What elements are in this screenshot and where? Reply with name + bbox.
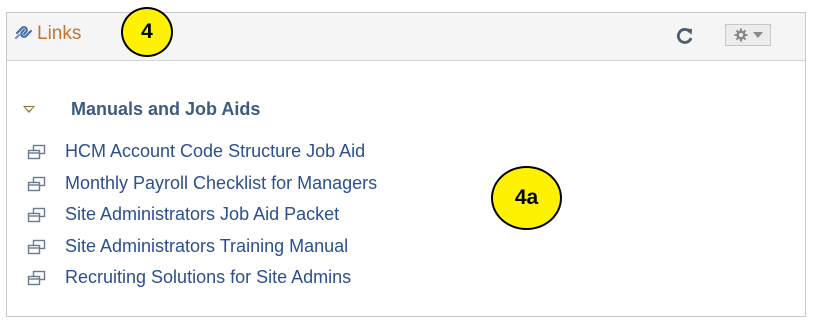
link-site-admin-training-manual[interactable]: Site Administrators Training Manual bbox=[65, 235, 348, 257]
group-title: Manuals and Job Aids bbox=[71, 99, 261, 119]
gear-icon bbox=[734, 28, 748, 42]
link-hcm-account-code[interactable]: HCM Account Code Structure Job Aid bbox=[65, 140, 365, 162]
pagelet-title: Links bbox=[37, 23, 82, 44]
collapse-triangle-icon[interactable] bbox=[23, 106, 35, 113]
link-monthly-payroll-checklist[interactable]: Monthly Payroll Checklist for Managers bbox=[65, 172, 377, 194]
new-window-icon bbox=[27, 144, 46, 160]
new-window-icon bbox=[27, 239, 46, 254]
annotation-callout-4a: 4a bbox=[491, 166, 562, 230]
link-site-admin-job-aid-packet[interactable]: Site Administrators Job Aid Packet bbox=[65, 203, 339, 225]
new-window-icon bbox=[27, 207, 46, 223]
links-pagelet: Links Manuals and Job Aids HCM Account C… bbox=[6, 12, 806, 317]
annotation-callout-4: 4 bbox=[121, 7, 173, 57]
new-window-icon bbox=[27, 176, 46, 191]
link-recruiting-solutions[interactable]: Recruiting Solutions for Site Admins bbox=[65, 266, 351, 288]
links-chain-icon bbox=[14, 26, 33, 40]
refresh-icon[interactable] bbox=[675, 26, 695, 46]
pagelet-settings-button[interactable] bbox=[725, 24, 771, 46]
caret-down-icon bbox=[753, 32, 763, 38]
new-window-icon bbox=[27, 270, 46, 286]
